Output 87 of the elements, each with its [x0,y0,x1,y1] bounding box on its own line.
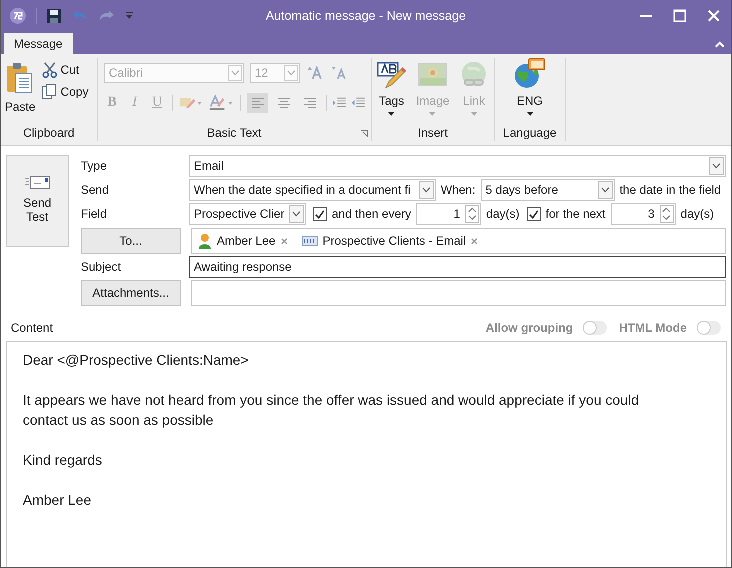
align-icon [278,98,290,108]
group-label: Clipboard [23,126,75,141]
window-title: Automatic message - New message [264,9,468,23]
subject-field[interactable]: Awaiting response [189,256,726,278]
when-dropdown[interactable]: 5 days before [480,179,615,201]
save-icon[interactable] [46,8,62,24]
interval-spinner[interactable]: 1 [416,203,482,225]
date-field-text: the date in the field [620,183,722,197]
caret-icon [388,112,396,116]
chevron-down-icon [712,163,721,169]
scissors-icon [42,62,58,78]
pencil-icon [376,60,407,90]
collapse-ribbon-icon[interactable] [715,41,725,48]
recipients-field[interactable]: Amber Lee Prospective Clients - Email [191,228,726,254]
duration-spinner[interactable]: 3 [610,203,676,225]
text-field-icon [302,236,318,246]
toggle-switch[interactable] [583,321,608,335]
align-icon [304,98,316,108]
close-icon[interactable] [707,9,721,23]
chevron-down-icon [292,211,301,217]
send-condition-dropdown[interactable]: When the date specified in a document fi [189,179,436,201]
field-dropdown[interactable]: Prospective Clier [189,203,306,225]
type-label: Type [81,159,108,173]
check-icon [528,210,539,218]
caret-icon [470,112,478,116]
grow-font-icon[interactable] [306,66,324,80]
message-editor[interactable]: Dear <@Prospective Clients:Name> It appears we have not heard from you since the offer was issued and would appreciate if you could contact us as soon as possible Kind regards Amber Lee [6,341,727,567]
spin-arrows-icon[interactable] [468,207,477,221]
maximize-icon[interactable] [673,9,687,23]
caret-icon [526,112,534,116]
shrink-font-icon[interactable] [330,66,348,80]
recipient-name: Prospective Clients - Email [322,234,466,248]
indent-icon[interactable] [333,97,346,109]
checkbox[interactable] [313,207,327,221]
remove-icon[interactable] [471,238,478,244]
font-color-icon[interactable] [208,94,234,112]
chevron-down-icon [600,187,610,193]
app-logo-icon [9,7,27,25]
unit-label: day(s) [486,207,520,221]
group-label: Insert [418,126,448,141]
spin-arrows-icon[interactable] [662,207,672,221]
recipient-name: Amber Lee [217,234,276,248]
checkbox-label: for the next [546,207,606,221]
message-paragraph: Kind regards [23,451,104,470]
attachments-button[interactable]: Attachments... [81,280,181,306]
to-button[interactable]: To... [81,228,181,254]
content-label: Content [11,321,54,335]
copy-button[interactable]: Copy [42,84,89,100]
globe-speech-icon [514,58,546,90]
unit-label: day(s) [680,207,714,221]
toggle-switch[interactable] [697,321,721,335]
dialog-launcher-icon[interactable] [361,130,368,137]
cut-button[interactable]: Cut [42,62,89,78]
redo-icon[interactable] [98,9,116,23]
caret-icon [429,112,436,116]
message-paragraph: Dear <@Prospective Clients:Name> [23,351,250,370]
clipboard-icon [6,62,34,94]
person-icon [198,232,212,250]
message-paragraph: It appears we have not heard from you since the offer was issued and would appreciate if you could contact us as soon as possible [23,391,640,430]
checkbox[interactable] [526,207,541,221]
toggle-label: HTML Mode [619,321,687,335]
chevron-down-icon [230,70,240,76]
align-icon [252,98,264,108]
group-label: Basic Text [207,126,262,141]
type-dropdown[interactable]: Email [189,155,726,177]
remove-icon[interactable] [280,238,288,244]
attachments-field[interactable] [191,280,726,306]
language-button[interactable]: ENG [514,58,546,126]
field-label: Field [81,207,108,221]
send-label: Send [81,183,110,197]
outdent-icon[interactable] [352,97,365,109]
envelope-icon [24,176,50,190]
group-label: Language [503,126,557,141]
customize-caret-icon[interactable] [125,12,134,20]
toggle-label: Allow grouping [486,321,574,335]
when-label: When: [441,183,476,197]
check-icon [315,210,325,218]
chevron-down-icon [422,187,431,193]
send-test-button[interactable]: Send Test [6,155,69,247]
chevron-down-icon [286,70,296,76]
paste-button[interactable]: Paste [5,60,36,124]
copy-icon [42,84,58,100]
checkbox-label: and then every [332,207,412,221]
tags-button[interactable]: Tags [376,60,407,126]
subject-label: Subject [81,260,122,274]
ribbon-tab[interactable]: Message [4,33,73,54]
message-paragraph: Amber Lee [23,491,92,510]
